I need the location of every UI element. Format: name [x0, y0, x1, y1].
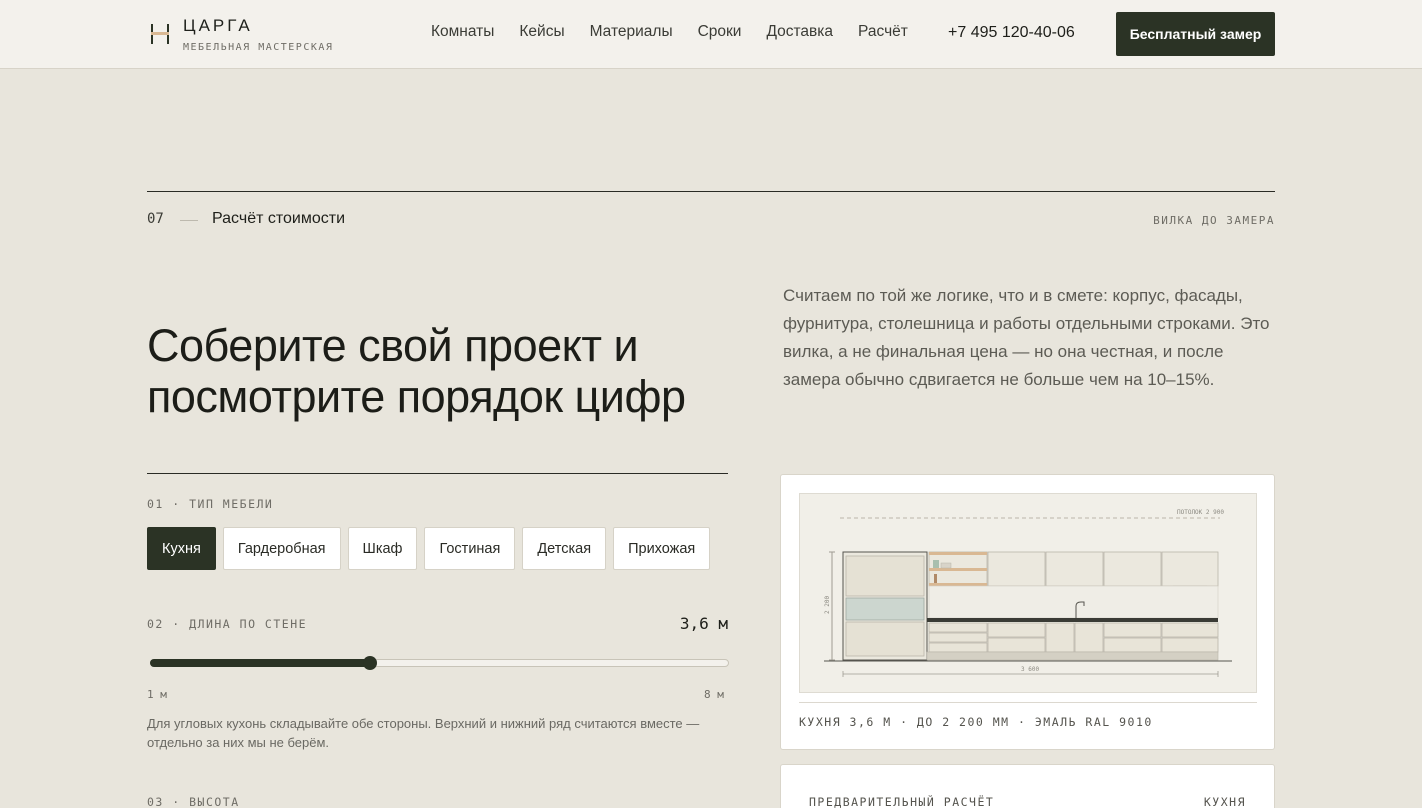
height-dimension: 2 200 [824, 596, 831, 614]
form-divider [147, 473, 728, 474]
nav-item-cases[interactable]: Кейсы [519, 23, 564, 41]
site-header: ЦАРГА МЕБЕЛЬНАЯ МАСТЕРСКАЯ Комнаты Кейсы… [0, 0, 1422, 69]
type-chips: Кухня Гардеробная Шкаф Гостиная Детская … [147, 527, 711, 570]
phone-link[interactable]: +7 495 120-40-06 [948, 24, 1075, 42]
nav-item-delivery[interactable]: Доставка [766, 23, 833, 41]
nav-item-terms[interactable]: Сроки [698, 23, 742, 41]
preview-card: ПОТОЛОК 2 900 2 200 3 600 КУХНЯ 3,6 М · … [780, 474, 1275, 750]
slider-fill [150, 659, 370, 667]
length-min: 1 м [147, 688, 167, 701]
kitchen-drawing: ПОТОЛОК 2 900 2 200 3 600 [799, 493, 1257, 693]
chip-hallway[interactable]: Прихожая [613, 527, 711, 570]
length-hint: Для угловых кухонь складывайте обе сторо… [147, 716, 700, 750]
page-heading: Соберите свой проект и посмотрите порядо… [147, 320, 686, 422]
length-max: 8 м [704, 688, 724, 701]
brand-subtitle: МЕБЕЛЬНАЯ МАСТЕРСКАЯ [183, 42, 334, 53]
length-value: 3,6 м [679, 614, 728, 633]
nav-item-materials[interactable]: Материалы [590, 23, 673, 41]
type-label: 01 · ТИП МЕБЕЛИ [147, 497, 274, 511]
section-number: 07 [147, 211, 164, 227]
section-tag: ВИЛКА ДО ЗАМЕРА [1153, 214, 1275, 227]
section-dash [180, 220, 198, 221]
chip-kitchen[interactable]: Кухня [147, 527, 216, 570]
preview-caption: КУХНЯ 3,6 М · ДО 2 200 ММ · ЭМАЛЬ RAL 90… [799, 715, 1153, 729]
chip-kids-room[interactable]: Детская [522, 527, 607, 570]
card-divider [799, 702, 1257, 703]
width-dimension: 3 600 [1021, 666, 1039, 673]
section-title: Расчёт стоимости [212, 210, 346, 227]
free-measure-button[interactable]: Бесплатный замер [1116, 12, 1275, 56]
ceiling-label: ПОТОЛОК 2 900 [1177, 509, 1224, 516]
height-label: 03 · ВЫСОТА [147, 795, 240, 808]
nav-item-calculation[interactable]: Расчёт [858, 23, 908, 41]
chip-wardrobe-room[interactable]: Гардеробная [222, 527, 341, 570]
section-divider [147, 191, 1275, 192]
nav-item-rooms[interactable]: Комнаты [431, 23, 494, 41]
lead-text: Считаем по той же логике, что и в смете:… [783, 286, 1270, 389]
logo-icon[interactable] [148, 22, 172, 46]
brand-name[interactable]: ЦАРГА [183, 16, 253, 36]
estimate-type: КУХНЯ [1203, 795, 1246, 808]
chip-cabinet[interactable]: Шкаф [347, 527, 418, 570]
chip-living-room[interactable]: Гостиная [424, 527, 516, 570]
kitchen-elevation-diagram: ПОТОЛОК 2 900 2 200 3 600 [824, 509, 1232, 677]
slider-thumb[interactable] [363, 656, 377, 670]
estimate-title: ПРЕДВАРИТЕЛЬНЫЙ РАСЧЁТ [809, 795, 995, 808]
main-nav: Комнаты Кейсы Материалы Сроки Доставка Р… [431, 23, 933, 41]
estimate-card: ПРЕДВАРИТЕЛЬНЫЙ РАСЧЁТ КУХНЯ [780, 764, 1275, 808]
length-slider[interactable] [150, 656, 729, 670]
length-label: 02 · ДЛИНА ПО СТЕНЕ [147, 617, 308, 631]
